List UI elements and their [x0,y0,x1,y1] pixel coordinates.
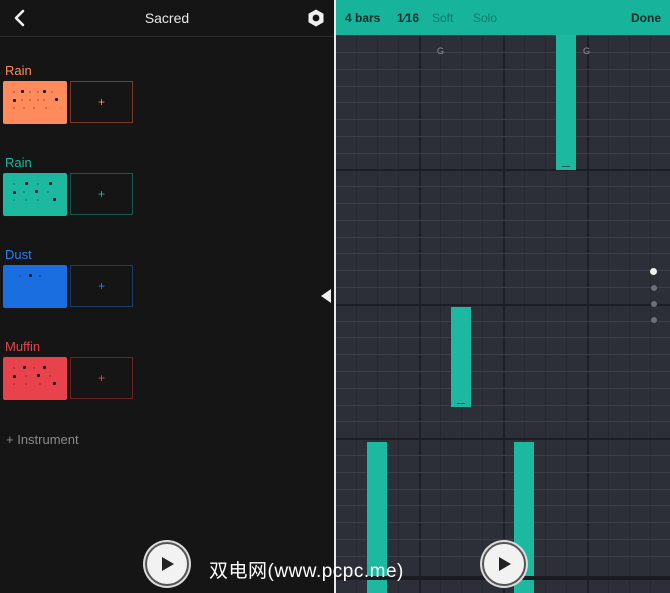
collapse-panel-arrow-icon[interactable] [320,288,332,304]
pattern-tile[interactable] [3,81,67,124]
page-indicator-dot[interactable] [651,285,657,291]
instrument-name[interactable]: Dust [5,247,32,262]
add-instrument-button[interactable]: + Instrument [6,432,79,447]
bar-length-button[interactable]: 4 bars [345,11,380,25]
add-pattern-button[interactable]: + [70,173,133,215]
page-indicator-dot[interactable] [651,317,657,323]
sequencer-panel: 4 bars 1⁄16 Soft Solo Done G G [336,0,670,593]
pattern-tile[interactable] [3,357,67,400]
instrument-row-muffin: Muffin + [3,339,135,401]
song-title: Sacred [144,10,190,26]
sequencer-play-button[interactable] [482,542,526,586]
play-icon [162,557,174,571]
page-indicator-dot-active[interactable] [650,268,657,275]
pattern-tile[interactable] [3,265,67,308]
add-pattern-button[interactable]: + [70,81,133,123]
instrument-row-rain-teal: Rain + [3,155,135,217]
page-indicator-dot[interactable] [651,301,657,307]
note-block[interactable] [451,307,471,407]
done-button[interactable]: Done [631,11,661,25]
instrument-name[interactable]: Rain [5,63,32,78]
pattern-tile[interactable] [3,173,67,216]
sequencer-toolbar: 4 bars 1⁄16 Soft Solo Done [336,0,670,35]
step-resolution-button[interactable]: 1⁄16 [397,11,419,25]
soft-toggle[interactable]: Soft [432,11,453,25]
instrument-name[interactable]: Muffin [5,339,40,354]
note-grid[interactable] [336,35,670,593]
note-label: G [583,46,591,56]
solo-toggle[interactable]: Solo [473,11,497,25]
instrument-row-rain-orange: Rain + [3,63,135,125]
instrument-name[interactable]: Rain [5,155,32,170]
add-pattern-button[interactable]: + [70,357,133,399]
play-button[interactable] [145,542,189,586]
instrument-row-dust: Dust + [3,247,135,309]
add-pattern-button[interactable]: + [70,265,133,307]
play-icon [499,557,511,571]
note-label: G [437,46,445,56]
settings-hexagon-icon[interactable] [306,8,326,28]
watermark-text: 双电网(www.pcpc.me) [209,561,404,582]
top-bar: Sacred [0,0,334,37]
note-block[interactable] [556,35,576,170]
instrument-panel: Sacred Rain + Rain + Dust + Muffin + + I… [0,0,334,593]
